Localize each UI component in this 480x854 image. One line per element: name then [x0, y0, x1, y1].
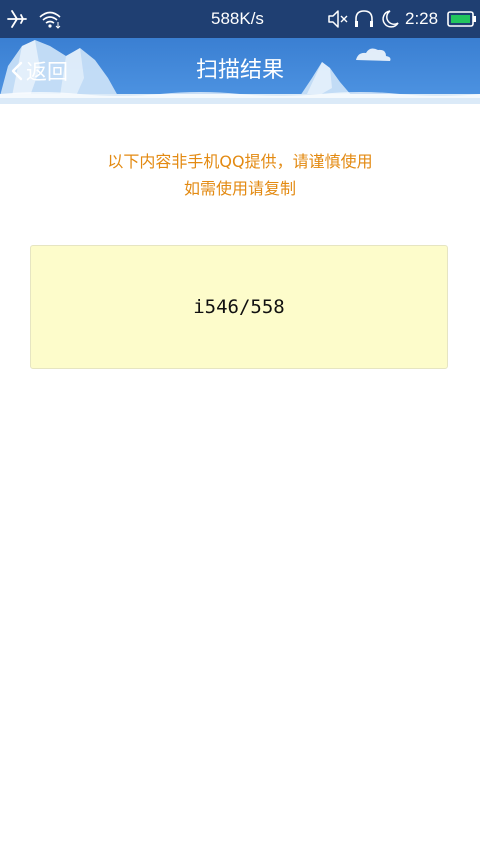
back-button[interactable]: 返回: [10, 38, 68, 104]
airplane-mode-icon: [6, 0, 28, 38]
scan-result-text[interactable]: i546/558: [193, 296, 285, 318]
header-scenery-illustration: [0, 40, 480, 104]
mute-icon: [326, 0, 350, 38]
battery-icon: [447, 0, 477, 38]
notice-line-2: 如需使用请复制: [183, 179, 296, 198]
title-bar: 返回 扫描结果: [0, 38, 480, 104]
back-button-label: 返回: [26, 60, 68, 84]
status-bar: 588K/s 2:28: [0, 0, 480, 38]
wifi-icon: [38, 0, 62, 38]
chevron-left-icon: [11, 61, 23, 81]
moon-icon: [381, 0, 401, 38]
warning-notice: 以下内容非手机QQ提供，请谨慎使用 如需使用请复制: [0, 148, 480, 202]
clock: 2:28: [405, 9, 439, 28]
network-speed: 588K/s: [211, 9, 264, 28]
headphones-icon: [353, 0, 375, 38]
notice-line-1: 以下内容非手机QQ提供，请谨慎使用: [107, 152, 373, 171]
scan-result-box[interactable]: i546/558: [30, 245, 448, 369]
